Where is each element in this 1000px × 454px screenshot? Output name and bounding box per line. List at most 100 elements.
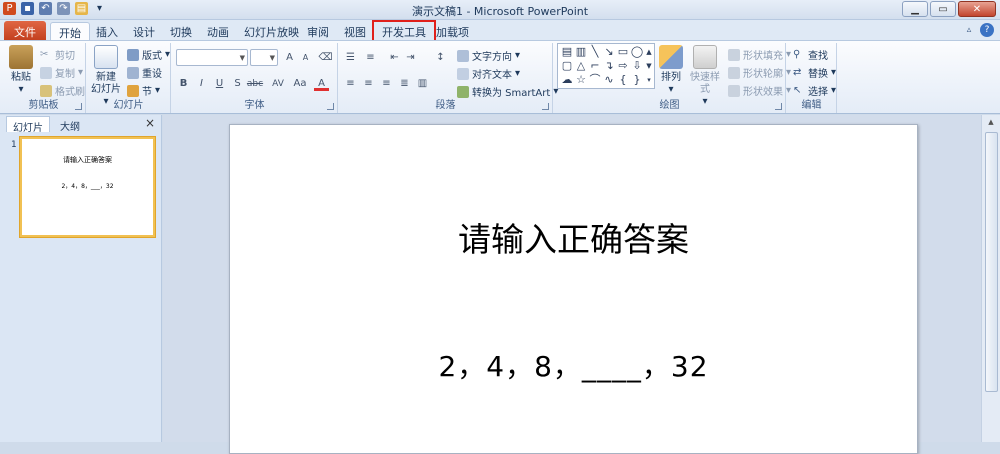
drawing-launcher-icon[interactable]	[775, 103, 782, 110]
group-label-drawing: 绘图	[659, 100, 680, 111]
slide-title[interactable]: 请输入正确答案	[230, 213, 917, 261]
char-spacing-button[interactable]: AV	[268, 77, 288, 91]
tab-addins[interactable]: 加载项	[428, 22, 477, 40]
decrease-indent-icon[interactable]: ⇤	[387, 51, 402, 65]
ribbon-minimize-icon[interactable]: ▵	[962, 23, 976, 37]
slide-body[interactable]: 2，4，8，____，32	[230, 345, 917, 385]
select-button[interactable]: ↖ 选择 ▾	[793, 83, 836, 99]
close-button[interactable]: ✕	[958, 1, 996, 17]
pane-close-icon[interactable]: ×	[145, 116, 155, 130]
tab-design[interactable]: 设计	[125, 22, 163, 40]
textbox-shape-icon[interactable]: ▤	[560, 45, 574, 59]
grow-font-button[interactable]: A	[282, 51, 297, 65]
curve-shape-icon[interactable]: ∿	[602, 73, 616, 87]
underline-button[interactable]: U	[212, 77, 227, 91]
shrink-font-button[interactable]: A	[298, 51, 313, 65]
elbow-connector-shape-icon[interactable]: ⌐	[588, 59, 602, 73]
font-color-button[interactable]: A	[314, 77, 329, 91]
tab-view[interactable]: 视图	[336, 22, 374, 40]
shape-effects-button[interactable]: 形状效果 ▾	[728, 83, 791, 98]
quick-styles-icon	[693, 45, 717, 69]
clipboard-launcher-icon[interactable]	[75, 103, 82, 110]
oval-shape-icon[interactable]: ◯	[630, 45, 644, 59]
reset-button[interactable]: 重设	[127, 65, 162, 80]
align-text-button[interactable]: 对齐文本 ▾	[457, 66, 520, 81]
thumbnail-body: 2，4，8，___，32	[61, 183, 114, 190]
tab-review[interactable]: 审阅	[299, 22, 337, 40]
cut-button[interactable]: ✂ 剪切	[40, 47, 75, 63]
format-painter-button[interactable]: 格式刷	[40, 83, 85, 98]
tab-developer[interactable]: 开发工具	[372, 20, 436, 42]
copy-button[interactable]: 复制 ▾	[40, 65, 83, 80]
brace-left-shape-icon[interactable]: {	[616, 73, 630, 87]
tab-slideshow[interactable]: 幻灯片放映	[236, 22, 307, 40]
tab-transitions[interactable]: 切换	[162, 22, 200, 40]
line-shape-icon[interactable]: ╲	[588, 45, 602, 59]
smartart-button[interactable]: 转换为 SmartArt ▾	[457, 84, 558, 99]
justify-icon[interactable]: ≣	[397, 77, 412, 91]
find-button[interactable]: ⚲ 查找	[793, 47, 828, 63]
shape-outline-button[interactable]: 形状轮廓 ▾	[728, 65, 791, 80]
star-shape-icon[interactable]: ☆	[574, 73, 588, 87]
align-text-icon	[457, 67, 469, 80]
clear-format-icon[interactable]: ⌫	[318, 51, 333, 65]
maximize-button[interactable]: ▭	[930, 1, 956, 17]
text-direction-button[interactable]: 文字方向 ▾	[457, 48, 520, 63]
increase-indent-icon[interactable]: ⇥	[403, 51, 418, 65]
elbow-arrow-shape-icon[interactable]: ↴	[602, 59, 616, 73]
round-rect-shape-icon[interactable]: ▢	[560, 59, 574, 73]
strikethrough-button[interactable]: abc	[246, 77, 264, 91]
brace-right-shape-icon[interactable]: }	[630, 73, 644, 87]
change-case-button[interactable]: Aa	[290, 77, 310, 91]
line-spacing-icon[interactable]: ↕	[433, 51, 448, 65]
pane-tab-slides[interactable]: 幻灯片	[6, 116, 50, 134]
paragraph-launcher-icon[interactable]	[542, 103, 549, 110]
section-button[interactable]: 节 ▾	[127, 83, 160, 98]
font-name-combo[interactable]: ▼	[176, 49, 248, 66]
numbering-icon[interactable]: ≡	[363, 51, 378, 65]
tab-insert[interactable]: 插入	[88, 22, 126, 40]
shadow-button[interactable]: S	[230, 77, 245, 91]
font-size-combo[interactable]: ▼	[250, 49, 278, 66]
align-center-icon[interactable]: ≡	[361, 77, 376, 91]
align-left-icon[interactable]: ≡	[343, 77, 358, 91]
bold-button[interactable]: B	[176, 77, 191, 91]
text-direction-icon	[457, 49, 469, 62]
window-title: 演示文稿1 - Microsoft PowerPoint	[411, 5, 589, 18]
cloud-shape-icon[interactable]: ☁	[560, 73, 574, 87]
vertical-textbox-shape-icon[interactable]: ▥	[574, 45, 588, 59]
slide-canvas[interactable]: 请输入正确答案 2，4，8，____，32	[229, 124, 918, 454]
tab-file[interactable]: 文件	[4, 21, 46, 40]
italic-button[interactable]: I	[194, 77, 209, 91]
minimize-button[interactable]: ▁	[902, 1, 928, 17]
vertical-scrollbar[interactable]: ▲	[981, 115, 1000, 442]
tab-home[interactable]: 开始	[50, 22, 90, 40]
gallery-down-icon[interactable]: ▼	[644, 59, 654, 73]
down-arrow-shape-icon[interactable]: ⇩	[630, 59, 644, 73]
gallery-more-icon[interactable]: ▾	[644, 73, 654, 87]
arrange-button[interactable]: 排列 ▾	[658, 45, 684, 96]
font-launcher-icon[interactable]	[327, 103, 334, 110]
tab-animations[interactable]: 动画	[199, 22, 237, 40]
scroll-up-icon[interactable]: ▲	[985, 118, 997, 130]
arc-shape-icon[interactable]: ⌒	[588, 73, 602, 87]
cursor-icon: ↖	[793, 84, 802, 96]
replace-button[interactable]: ⇄ 替换 ▾	[793, 65, 836, 81]
align-right-icon[interactable]: ≡	[379, 77, 394, 91]
triangle-shape-icon[interactable]: △	[574, 59, 588, 73]
quick-styles-button[interactable]: 快速样式 ▾	[688, 45, 722, 108]
pane-tab-outline[interactable]: 大纲	[54, 116, 86, 133]
columns-icon[interactable]: ▥	[415, 77, 430, 91]
arrow-line-shape-icon[interactable]: ↘	[602, 45, 616, 59]
paste-button[interactable]: 粘贴 ▾	[8, 45, 34, 96]
right-arrow-shape-icon[interactable]: ⇨	[616, 59, 630, 73]
shape-fill-button[interactable]: 形状填充 ▾	[728, 47, 791, 62]
help-icon[interactable]: ?	[980, 23, 994, 37]
gallery-up-icon[interactable]: ▲	[644, 45, 654, 59]
slide-thumbnail[interactable]: 请输入正确答案 2，4，8，___，32	[20, 137, 155, 237]
bullets-icon[interactable]: ☰	[343, 51, 358, 65]
layout-button[interactable]: 版式 ▾	[127, 47, 170, 62]
shapes-gallery[interactable]: ▤ ▥ ╲ ↘ ▭ ◯ ▢ △ ⌐ ↴ ⇨ ⇩ ☁ ☆ ⌒ ∿ { } ▲ ▼ …	[557, 43, 655, 89]
rectangle-shape-icon[interactable]: ▭	[616, 45, 630, 59]
scroll-thumb[interactable]	[985, 132, 998, 392]
